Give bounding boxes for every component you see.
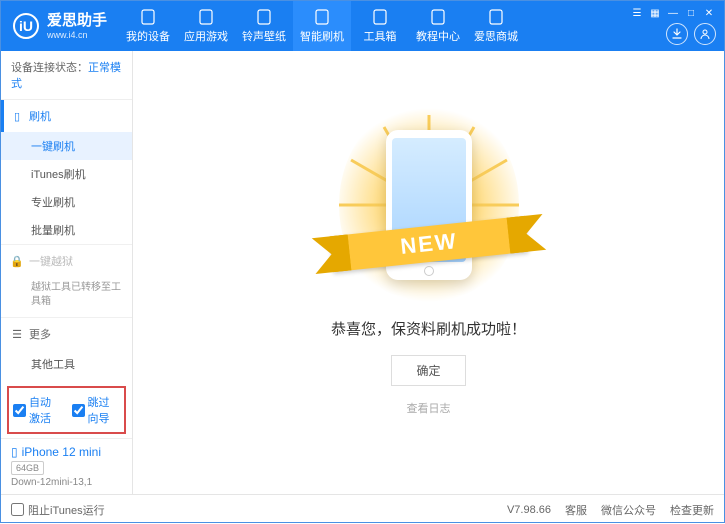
block-itunes-checkbox[interactable]: 阻止iTunes运行 [11,502,105,518]
connection-status: 设备连接状态：正常模式 [1,51,132,100]
sidebar-item-flash-3[interactable]: 批量刷机 [1,216,132,244]
nav-cart[interactable]: 爱思商城 [467,1,525,51]
nav-phone[interactable]: 我的设备 [119,1,177,51]
toolbox-icon [371,8,389,26]
maximize-icon[interactable]: □ [684,7,698,21]
nav-music[interactable]: 铃声壁纸 [235,1,293,51]
update-link[interactable]: 检查更新 [670,502,714,518]
success-message: 恭喜您，保资料刷机成功啦！ [331,318,526,339]
ok-button[interactable]: 确定 [391,355,465,386]
flash-icon [313,8,331,26]
sidebar-label: 一键越狱 [29,253,73,269]
app-url: www.i4.cn [47,30,107,41]
sidebar: 设备连接状态：正常模式 ▯ 刷机 一键刷机iTunes刷机专业刷机批量刷机 🔒 … [1,51,133,494]
sidebar-group-flash[interactable]: ▯ 刷机 [1,100,132,132]
cart-icon [487,8,505,26]
lock-icon[interactable]: ▦ [648,7,662,21]
music-icon [255,8,273,26]
lock-icon: 🔒 [11,255,23,267]
minimize-icon[interactable]: — [666,7,680,21]
nav-label: 我的设备 [126,28,170,44]
sidebar-label: 更多 [29,326,51,342]
sidebar-group-jailbreak[interactable]: 🔒 一键越狱 [1,245,132,277]
device-detail: Down-12mini-13,1 [11,477,122,488]
list-icon: ☰ [11,328,23,340]
service-link[interactable]: 客服 [565,502,587,518]
nav-book[interactable]: 教程中心 [409,1,467,51]
footer: 阻止iTunes运行 V7.98.66 客服 微信公众号 检查更新 [1,494,724,524]
sidebar-item-more-0[interactable]: 其他工具 [1,350,132,378]
device-storage: 64GB [11,461,44,475]
status-label: 设备连接状态： [11,62,88,74]
phone-icon: ▯ [11,445,18,459]
nav-flash[interactable]: 智能刷机 [293,1,351,51]
device-name: iPhone 12 mini [22,445,101,459]
nav-toolbox[interactable]: 工具箱 [351,1,409,51]
jailbreak-note: 越狱工具已转移至工具箱 [1,277,132,317]
nav-label: 工具箱 [364,28,397,44]
main-content: NEW 恭喜您，保资料刷机成功啦！ 确定 查看日志 [133,51,724,494]
phone-icon [139,8,157,26]
app-title: 爱思助手 [47,12,107,30]
skip-guide-checkbox[interactable]: 跳过向导 [72,394,121,426]
download-icon[interactable] [666,23,688,45]
device-info[interactable]: ▯ iPhone 12 mini 64GB Down-12mini-13,1 [1,438,132,494]
sidebar-item-more-1[interactable]: 下载固件 [1,378,132,382]
checkbox-label: 阻止iTunes运行 [28,502,105,518]
nav-label: 智能刷机 [300,28,344,44]
user-icon[interactable] [694,23,716,45]
logo-icon: iU [13,13,39,39]
auto-activate-checkbox[interactable]: 自动激活 [13,394,62,426]
checkbox-label: 自动激活 [29,394,62,426]
close-icon[interactable]: ✕ [702,7,716,21]
sidebar-item-flash-1[interactable]: iTunes刷机 [1,160,132,188]
nav-label: 铃声壁纸 [242,28,286,44]
success-illustration: NEW [359,120,499,290]
sidebar-item-flash-0[interactable]: 一键刷机 [1,132,132,160]
header: iU 爱思助手 www.i4.cn 我的设备应用游戏铃声壁纸智能刷机 工具箱 教程中… [1,1,724,51]
nav-apps[interactable]: 应用游戏 [177,1,235,51]
menu-icon[interactable]: ☰ [630,7,644,21]
apps-icon [197,8,215,26]
wechat-link[interactable]: 微信公众号 [601,502,656,518]
nav-label: 教程中心 [416,28,460,44]
main-nav: 我的设备应用游戏铃声壁纸智能刷机 工具箱 教程中心爱思商城 [119,1,525,51]
sidebar-item-flash-2[interactable]: 专业刷机 [1,188,132,216]
sidebar-label: 刷机 [29,108,51,124]
phone-icon: ▯ [11,110,23,122]
book-icon [429,8,447,26]
nav-label: 应用游戏 [184,28,228,44]
sidebar-group-more[interactable]: ☰ 更多 [1,318,132,350]
options-box: 自动激活 跳过向导 [7,386,126,434]
view-log-link[interactable]: 查看日志 [407,400,451,416]
checkbox-label: 跳过向导 [88,394,121,426]
version-label: V7.98.66 [507,504,551,516]
logo: iU 爱思助手 www.i4.cn [1,12,119,41]
nav-label: 爱思商城 [474,28,518,44]
